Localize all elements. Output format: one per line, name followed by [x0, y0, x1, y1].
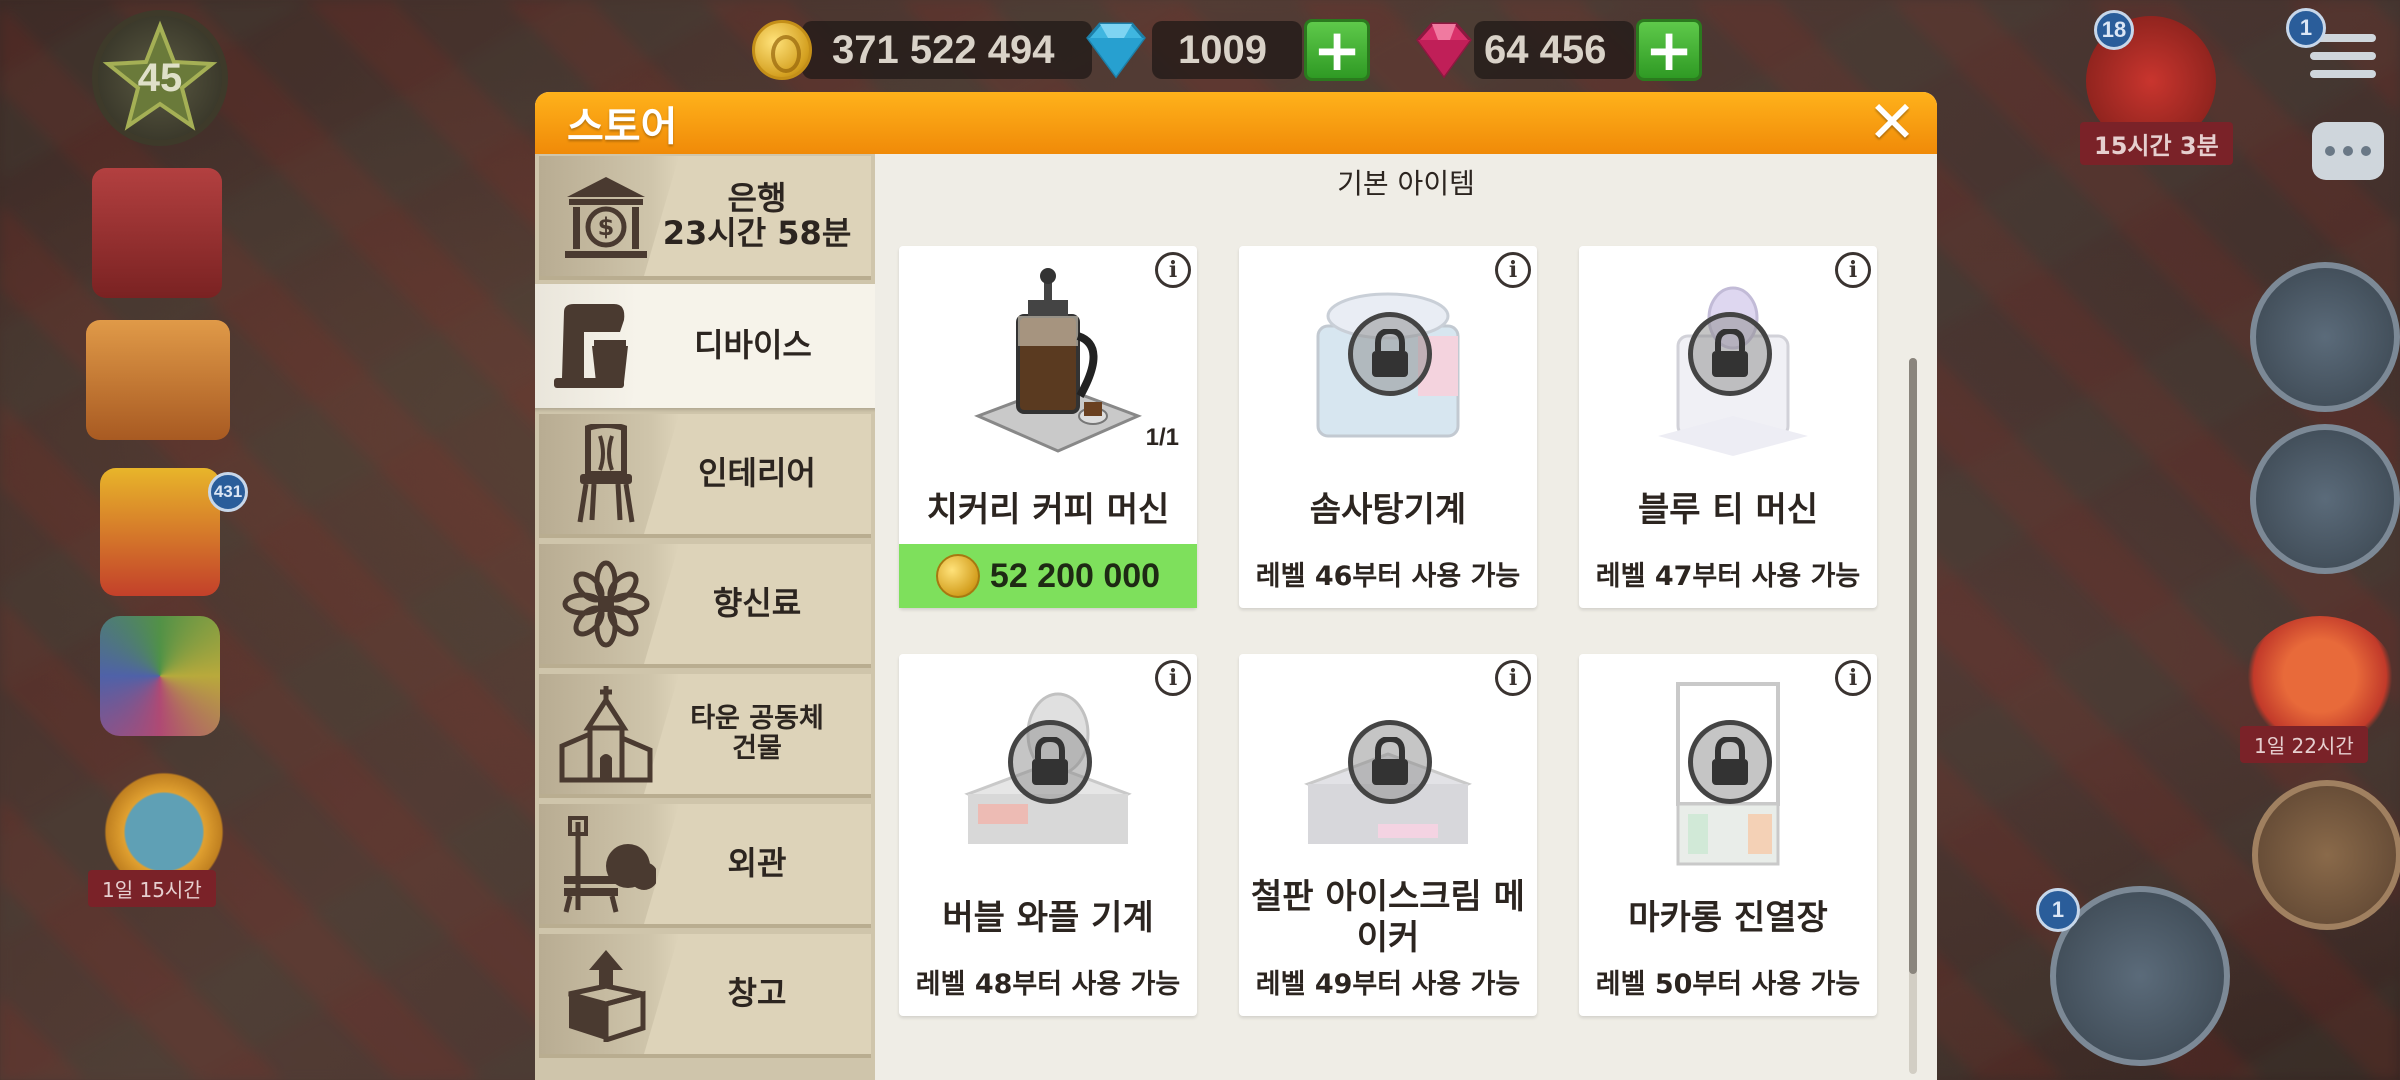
scrollbar-thumb[interactable] — [1909, 358, 1917, 974]
coin-counter: 371 522 494 — [752, 18, 1092, 82]
owned-count: 1/1 — [1145, 424, 1179, 451]
orders-button[interactable] — [2250, 424, 2400, 574]
item-name: 철판 아이스크림 메이커 — [1251, 877, 1525, 958]
buy-button[interactable]: 52 200 000 — [899, 544, 1197, 608]
item-name: 치커리 커피 머신 — [926, 489, 1170, 530]
tab-bank-timer: 23시간 58분 — [662, 214, 852, 252]
level-number: 45 — [137, 55, 183, 100]
level-requirement: 레벨 50부터 사용 가능 — [1595, 969, 1861, 1000]
item-card-rolled-ice-cream[interactable]: i 철판 아이스크림 메이커 레벨 49부터 사용 가능 — [1239, 654, 1537, 1016]
present-count-badge: 18 — [2094, 10, 2134, 50]
tab-devices-label: 디바이스 — [694, 326, 812, 365]
church-icon — [551, 679, 661, 789]
level-requirement: 레벨 48부터 사용 가능 — [915, 969, 1181, 1000]
buy-rubies-button[interactable]: + — [1636, 19, 1702, 81]
section-title: 기본 아이템 — [1337, 167, 1475, 200]
modal-header: 스토어 ✕ — [535, 92, 1937, 154]
lock-icon — [1688, 720, 1772, 804]
item-card-chicory-coffee[interactable]: i 1/1 치커리 커피 머신 52 200 000 — [899, 246, 1197, 608]
store-modal: 스토어 ✕ $ 은행 23시간 58분 디바이스 인테리어 향신료 타운 공동체… — [535, 92, 1937, 1080]
gift-box-icon[interactable] — [100, 468, 220, 596]
info-icon[interactable]: i — [1835, 252, 1871, 288]
item-name: 블루 티 머신 — [1637, 489, 1819, 530]
svg-text:$: $ — [598, 213, 615, 241]
tab-bank-label: 은행 — [727, 178, 787, 217]
store-content: 기본 아이템 i 1/1 치커리 커피 머신 52 200 000 i 솜사탕기… — [875, 154, 1937, 1080]
tab-town-label-line1: 타운 공동체 — [690, 703, 824, 735]
ruby-icon — [1416, 22, 1472, 79]
coin-amount: 371 522 494 — [802, 21, 1092, 79]
item-name: 솜사탕기계 — [1309, 489, 1467, 530]
ruby-amount: 64 456 — [1474, 21, 1634, 79]
info-icon[interactable]: i — [1155, 252, 1191, 288]
diamond-amount: 1009 — [1152, 21, 1302, 79]
ruby-counter: 64 456 + — [1408, 18, 1702, 82]
balloon-timer-ribbon: 1일 22시간 — [2240, 726, 2368, 763]
item-name: 마카롱 진열장 — [1628, 897, 1828, 938]
tab-interior-label: 인테리어 — [698, 454, 816, 493]
anise-star-icon — [551, 549, 661, 659]
gift-count-badge: 431 — [208, 472, 248, 512]
french-press-icon — [974, 268, 1142, 453]
lock-icon — [1008, 720, 1092, 804]
info-icon[interactable]: i — [1495, 660, 1531, 696]
search-timer-ribbon: 1일 15시간 — [88, 870, 216, 907]
info-icon[interactable]: i — [1495, 252, 1531, 288]
tab-storage-label: 창고 — [727, 974, 787, 1013]
store-sidebar: $ 은행 23시간 58분 디바이스 인테리어 향신료 타운 공동체 건물 외관… — [535, 154, 877, 1080]
level-requirement: 레벨 47부터 사용 가능 — [1595, 561, 1861, 592]
modal-title: 스토어 — [567, 104, 678, 150]
info-icon[interactable]: i — [1835, 660, 1871, 696]
lock-icon — [1348, 720, 1432, 804]
tab-exterior[interactable]: 외관 — [539, 804, 871, 928]
tab-devices[interactable]: 디바이스 — [535, 284, 877, 408]
close-button[interactable]: ✕ — [1865, 93, 1919, 151]
coin-icon — [752, 20, 812, 80]
level-badge[interactable]: 45 — [92, 10, 228, 146]
chair-icon — [551, 419, 661, 529]
tab-spices-label: 향신료 — [712, 584, 802, 623]
diamond-icon — [1086, 22, 1146, 79]
item-card-bubble-waffle[interactable]: i 버블 와플 기계 레벨 48부터 사용 가능 — [899, 654, 1197, 1016]
level-requirement: 레벨 49부터 사용 가능 — [1255, 969, 1521, 1000]
lock-icon — [1348, 312, 1432, 396]
item-card-blue-tea[interactable]: i 블루 티 머신 레벨 47부터 사용 가능 — [1579, 246, 1877, 608]
mixer-icon — [537, 291, 647, 401]
item-name: 버블 와플 기계 — [942, 897, 1154, 938]
tab-exterior-label: 외관 — [727, 844, 787, 883]
tab-town-label: 타운 공동체 건물 — [661, 704, 871, 763]
diamond-counter: 1009 + — [1080, 18, 1370, 82]
bank-icon: $ — [551, 161, 661, 271]
item-card-cotton-candy[interactable]: i 솜사탕기계 레벨 46부터 사용 가능 — [1239, 246, 1537, 608]
spice-box-icon[interactable] — [86, 320, 230, 440]
tab-town-buildings[interactable]: 타운 공동체 건물 — [539, 674, 871, 798]
color-wheel-icon[interactable] — [100, 616, 220, 736]
item-card-macaron-display[interactable]: i 마카롱 진열장 레벨 50부터 사용 가능 — [1579, 654, 1877, 1016]
chat-icon[interactable] — [2312, 122, 2384, 180]
register-badge: 1 — [2036, 888, 2080, 932]
item-price: 52 200 000 — [989, 556, 1161, 595]
tab-town-label-line2: 건물 — [732, 733, 782, 764]
level-requirement: 레벨 46부터 사용 가능 — [1255, 561, 1521, 592]
coin-icon — [935, 554, 980, 598]
tab-interior[interactable]: 인테리어 — [539, 414, 871, 538]
tab-storage[interactable]: 창고 — [539, 934, 871, 1058]
buy-diamonds-button[interactable]: + — [1304, 19, 1370, 81]
daily-gift-button[interactable] — [2250, 262, 2400, 412]
lock-icon — [1688, 312, 1772, 396]
bench-icon — [551, 809, 661, 919]
menu-badge: 1 — [2286, 8, 2326, 48]
menu-board-button[interactable] — [2252, 780, 2400, 930]
info-icon[interactable]: i — [1155, 660, 1191, 696]
tab-spices[interactable]: 향신료 — [539, 544, 871, 668]
quest-clipboard-icon[interactable] — [92, 168, 222, 298]
item-scrollbar[interactable] — [1909, 358, 1917, 1074]
box-icon — [551, 939, 661, 1049]
present-timer-ribbon: 15시간 3분 — [2080, 122, 2233, 165]
tab-bank[interactable]: $ 은행 23시간 58분 — [539, 156, 871, 280]
tab-label: 은행 23시간 58분 — [661, 178, 871, 252]
